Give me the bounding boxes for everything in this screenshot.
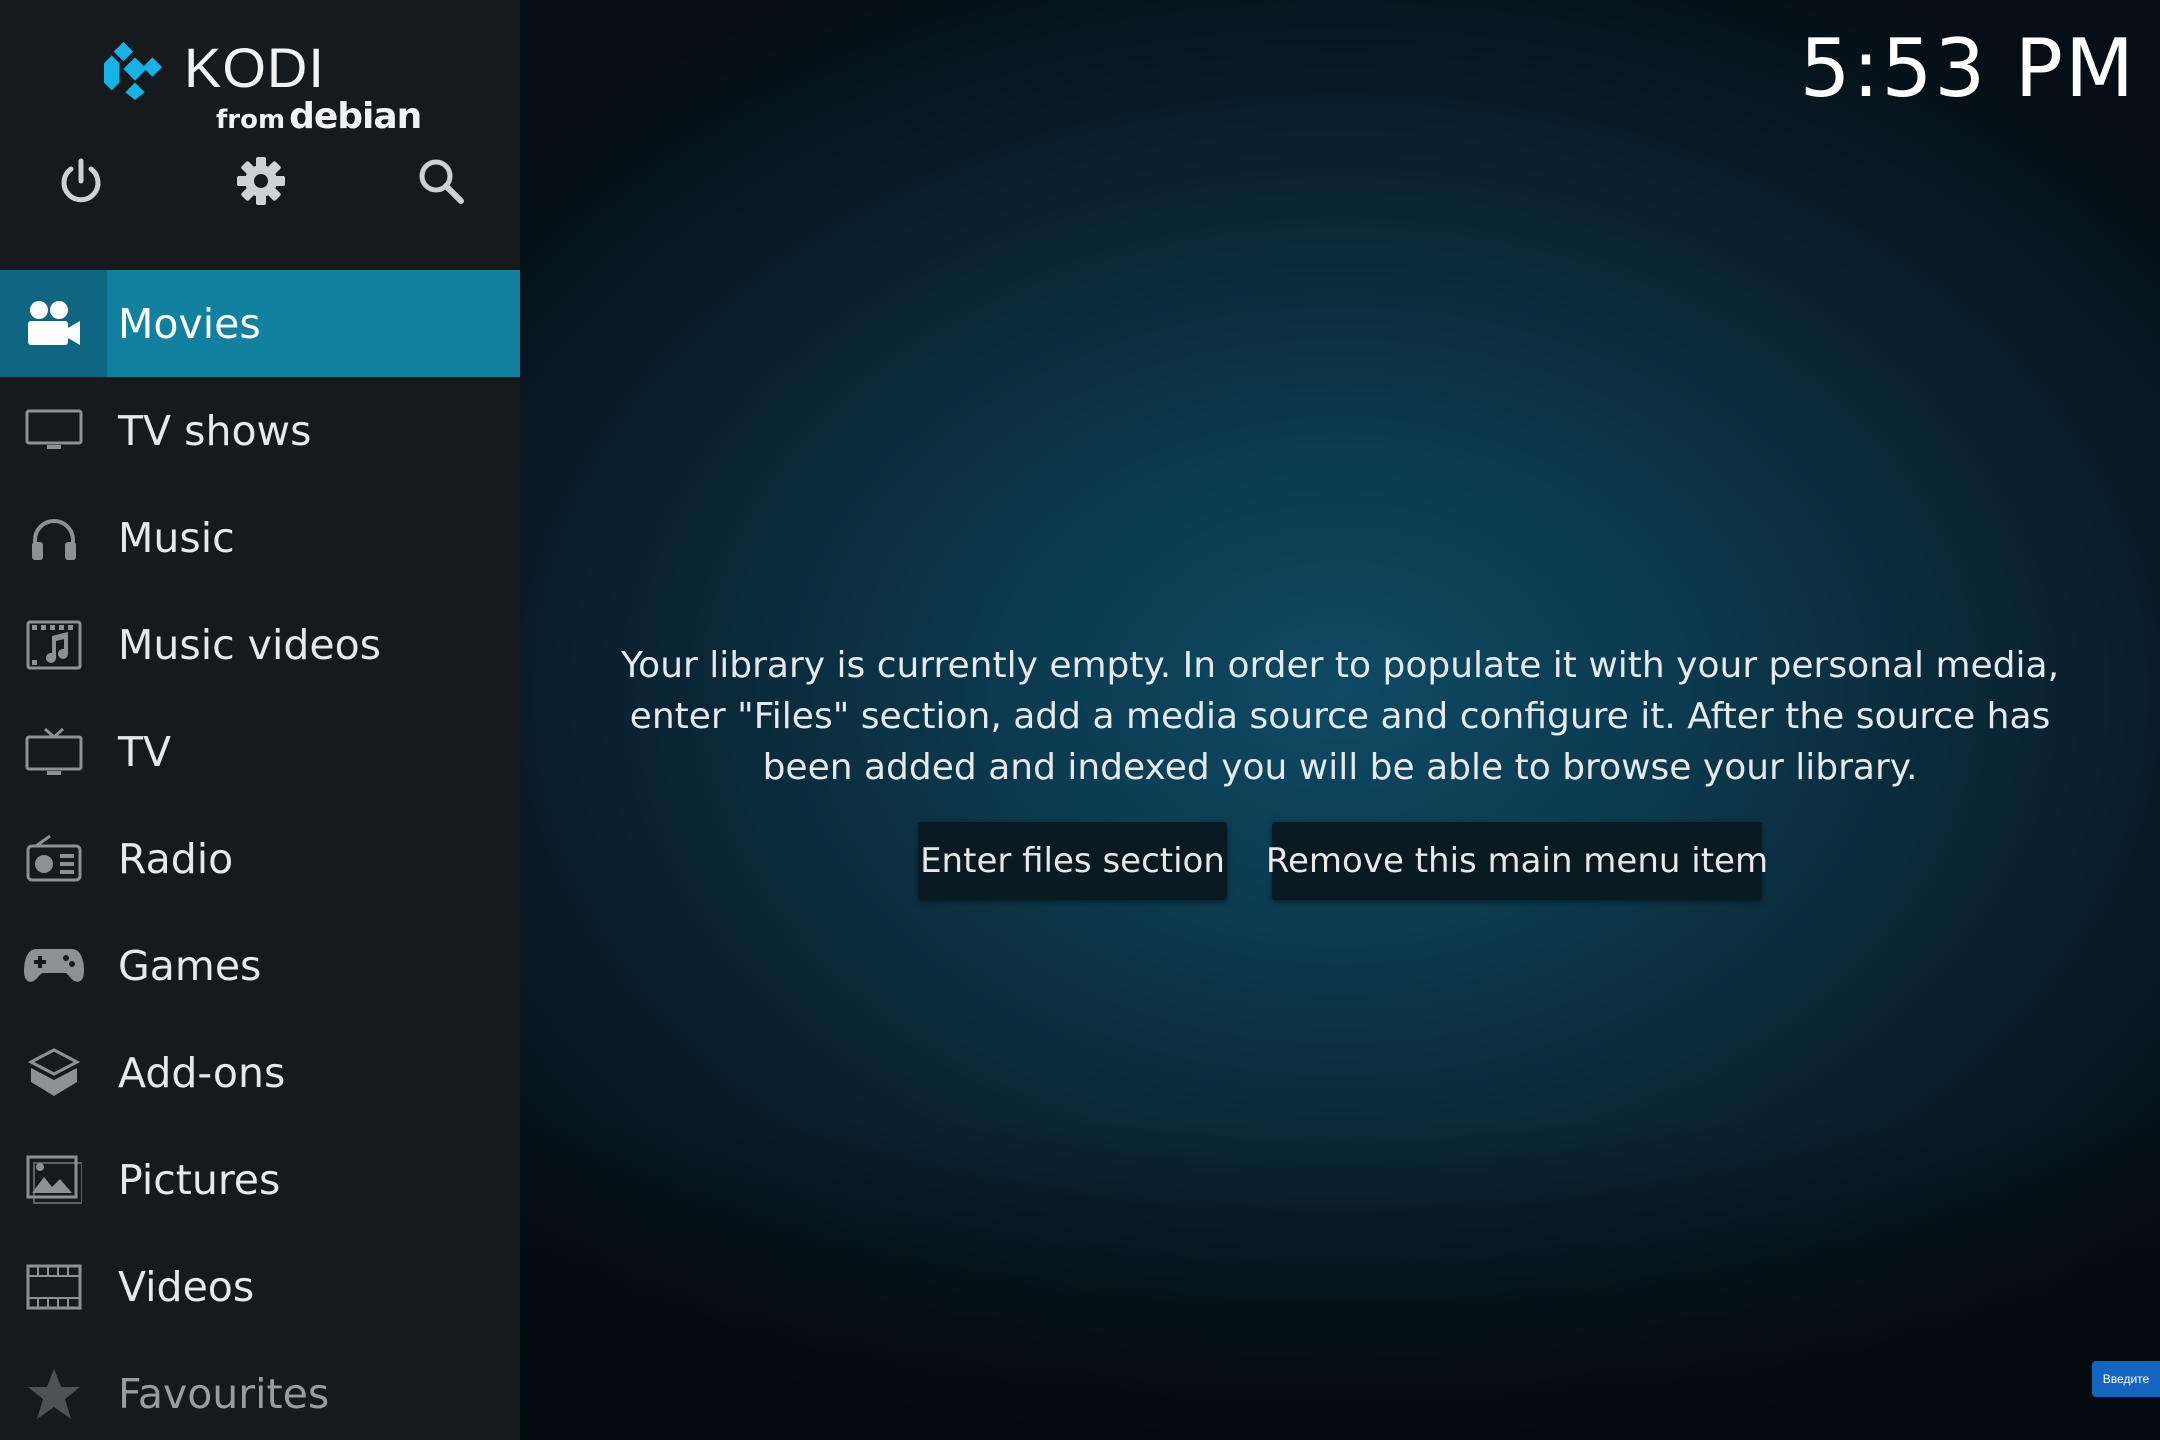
kodi-logo: KODI from debian: [104, 36, 422, 137]
gamepad-icon: [23, 948, 84, 982]
logo-distro-text: debian: [289, 96, 422, 137]
menu-label: Music videos: [118, 620, 382, 669]
star-icon: [27, 1368, 80, 1419]
logo-from-text: from: [216, 105, 286, 135]
kodi-wordmark: KODI: [184, 36, 325, 99]
gear-icon: [237, 157, 285, 205]
menu-item-movies[interactable]: Movies: [0, 270, 520, 377]
tv-icon: [25, 727, 82, 775]
music-videos-icon: [26, 620, 81, 669]
action-buttons: Enter files section Remove this main men…: [0, 822, 2160, 900]
clock: 5:53 PM: [1799, 22, 2136, 115]
kodi-home-screen: KODI from debian Movies TV shows Music M…: [0, 0, 2160, 1440]
sidebar: KODI from debian Movies TV shows Music M…: [0, 0, 520, 1440]
addons-icon: [27, 1047, 80, 1096]
menu-item-tv-shows[interactable]: TV shows: [0, 377, 520, 484]
menu-label: Videos: [118, 1262, 255, 1311]
menu-item-music-videos[interactable]: Music videos: [0, 591, 520, 698]
film-icon: [26, 1264, 81, 1309]
menu-label: Favourites: [118, 1369, 330, 1418]
menu-label: Movies: [118, 299, 261, 348]
power-button[interactable]: [54, 154, 108, 208]
tv-shows-icon: [25, 409, 82, 449]
search-icon: [419, 159, 464, 204]
menu-item-videos[interactable]: Videos: [0, 1233, 520, 1340]
kodi-logo-icon: [104, 41, 163, 100]
headphones-icon: [31, 518, 76, 560]
menu-label: TV: [118, 727, 172, 776]
menu-label: Games: [118, 941, 262, 990]
menu-item-games[interactable]: Games: [0, 912, 520, 1019]
menu-item-tv[interactable]: TV: [0, 698, 520, 805]
remove-menu-item-button[interactable]: Remove this main menu item: [1266, 822, 1768, 900]
menu-label: Pictures: [118, 1155, 281, 1204]
power-icon: [61, 158, 101, 203]
menu-item-pictures[interactable]: Pictures: [0, 1126, 520, 1233]
empty-library-message: Your library is currently empty. In orde…: [620, 645, 2060, 788]
menu-item-favourites[interactable]: Favourites: [0, 1340, 520, 1440]
search-button[interactable]: [414, 154, 468, 208]
ime-indicator[interactable]: Введите: [2092, 1361, 2160, 1397]
menu-item-music[interactable]: Music: [0, 484, 520, 591]
menu-item-addons[interactable]: Add-ons: [0, 1019, 520, 1126]
menu-label: Add-ons: [118, 1048, 286, 1097]
settings-button[interactable]: [234, 154, 288, 208]
pictures-icon: [26, 1155, 82, 1204]
movies-icon: [27, 300, 80, 345]
enter-files-section-button[interactable]: Enter files section: [918, 822, 1227, 900]
top-icon-bar: [0, 140, 520, 220]
menu-label: Music: [118, 513, 235, 562]
menu-label: TV shows: [118, 406, 312, 455]
